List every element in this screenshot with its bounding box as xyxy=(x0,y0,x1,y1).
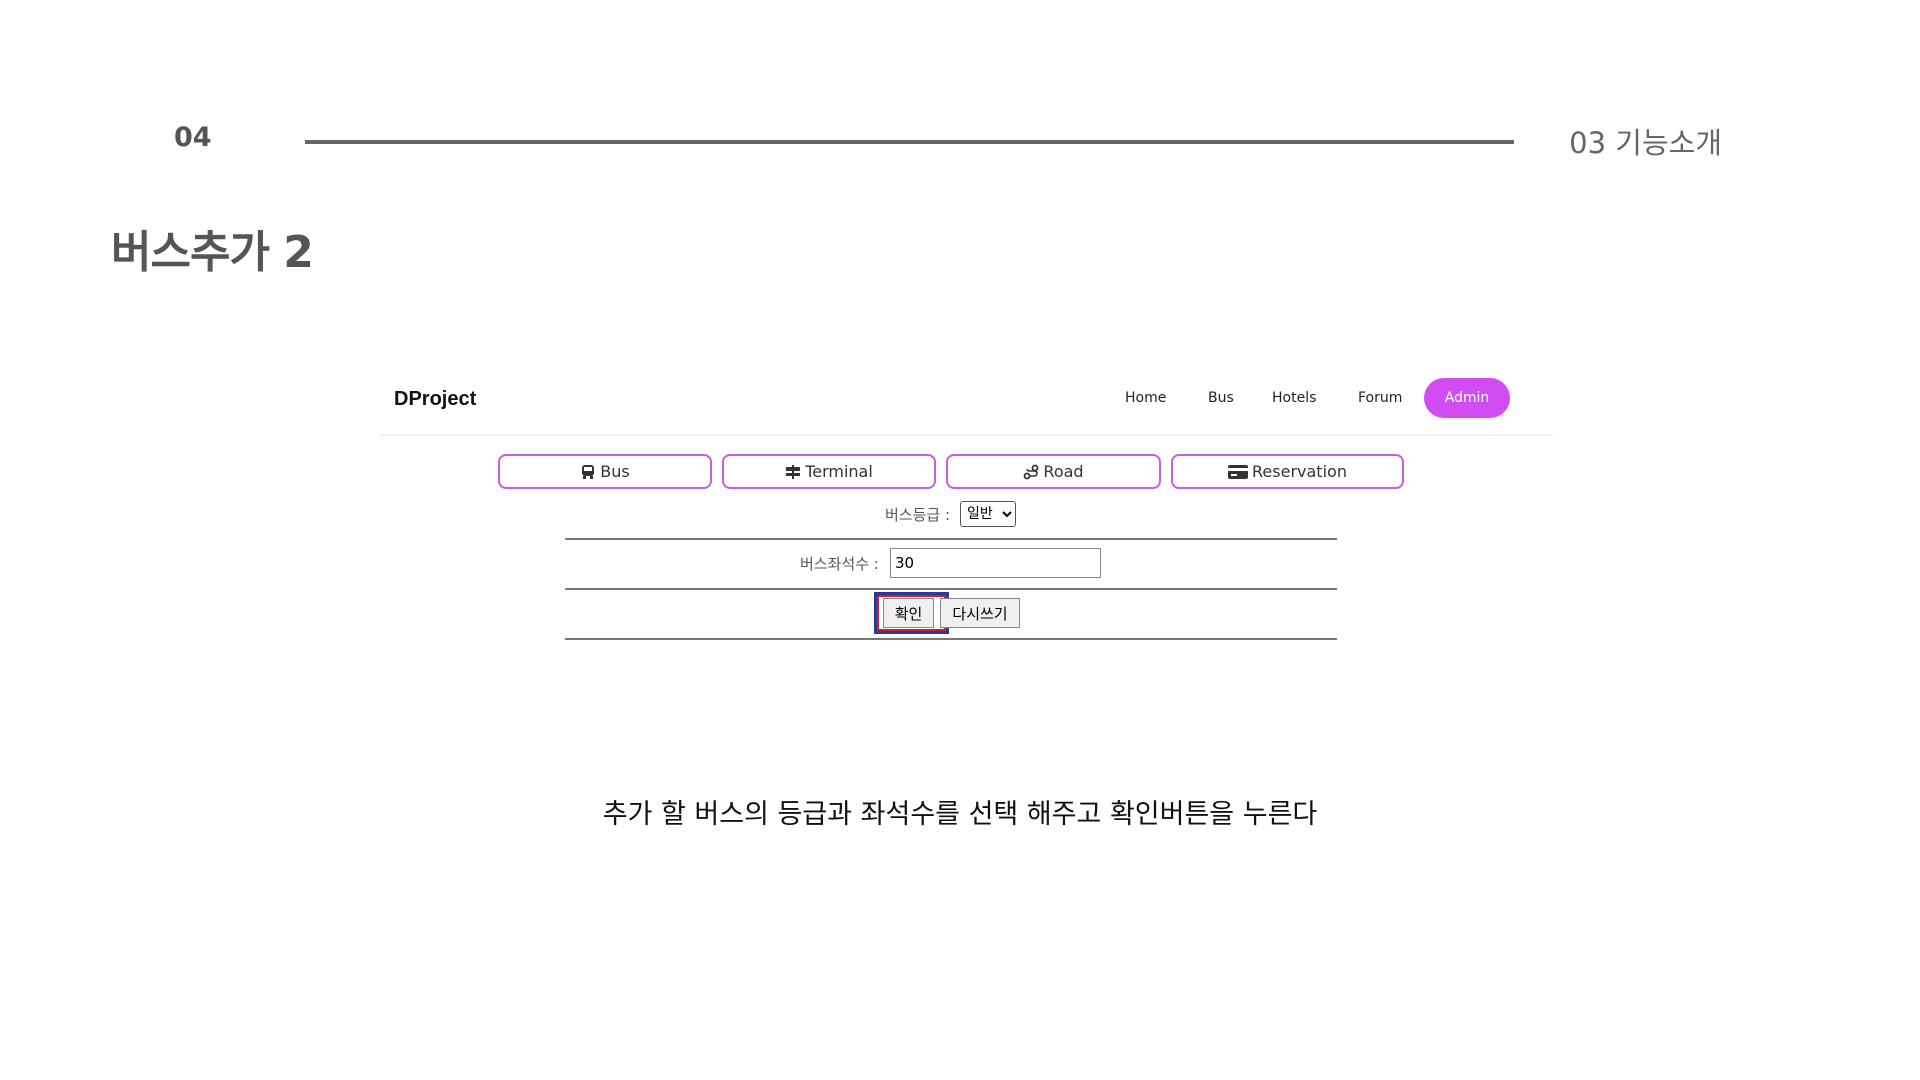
tab-terminal-label: Terminal xyxy=(805,462,873,481)
route-icon xyxy=(1023,464,1039,480)
app-screenshot: DProject Home Bus Hotels Forum Admin Bus… xyxy=(380,370,1553,660)
tab-terminal[interactable]: Terminal xyxy=(722,454,936,489)
tab-reservation-label: Reservation xyxy=(1252,462,1347,481)
slide-page-number: 04 xyxy=(174,122,212,153)
form-divider xyxy=(565,588,1337,590)
nav-home[interactable]: Home xyxy=(1125,390,1166,406)
nav-admin-button[interactable]: Admin xyxy=(1424,378,1510,418)
signpost-icon xyxy=(785,464,801,480)
seats-input[interactable] xyxy=(890,548,1101,578)
brand-logo[interactable]: DProject xyxy=(394,388,476,411)
navbar: DProject Home Bus Hotels Forum Admin xyxy=(380,370,1553,436)
slide-caption: 추가 할 버스의 등급과 좌석수를 선택 해주고 확인버튼을 누른다 xyxy=(602,799,1318,830)
tab-bus-label: Bus xyxy=(600,462,630,481)
form-divider xyxy=(565,638,1337,640)
grade-select[interactable]: 일반 xyxy=(960,501,1016,527)
nav-forum[interactable]: Forum xyxy=(1358,390,1402,406)
section-label: 03 기능소개 xyxy=(1569,126,1722,160)
nav-hotels[interactable]: Hotels xyxy=(1272,390,1316,406)
nav-bus[interactable]: Bus xyxy=(1208,390,1234,406)
tab-bus[interactable]: Bus xyxy=(498,454,712,489)
ticket-icon xyxy=(1228,464,1249,479)
tab-reservation[interactable]: Reservation xyxy=(1171,454,1404,489)
reset-button[interactable]: 다시쓰기 xyxy=(940,598,1020,628)
form-divider xyxy=(565,538,1337,540)
slide-title: 버스추가 2 xyxy=(111,227,314,278)
bus-icon xyxy=(580,464,596,480)
tab-road-label: Road xyxy=(1043,462,1084,481)
grade-label: 버스등급 : xyxy=(885,506,951,524)
tab-road[interactable]: Road xyxy=(946,454,1161,489)
confirm-button[interactable]: 확인 xyxy=(883,598,934,628)
header-divider xyxy=(305,140,1514,144)
seats-label: 버스좌석수 : xyxy=(800,555,879,573)
